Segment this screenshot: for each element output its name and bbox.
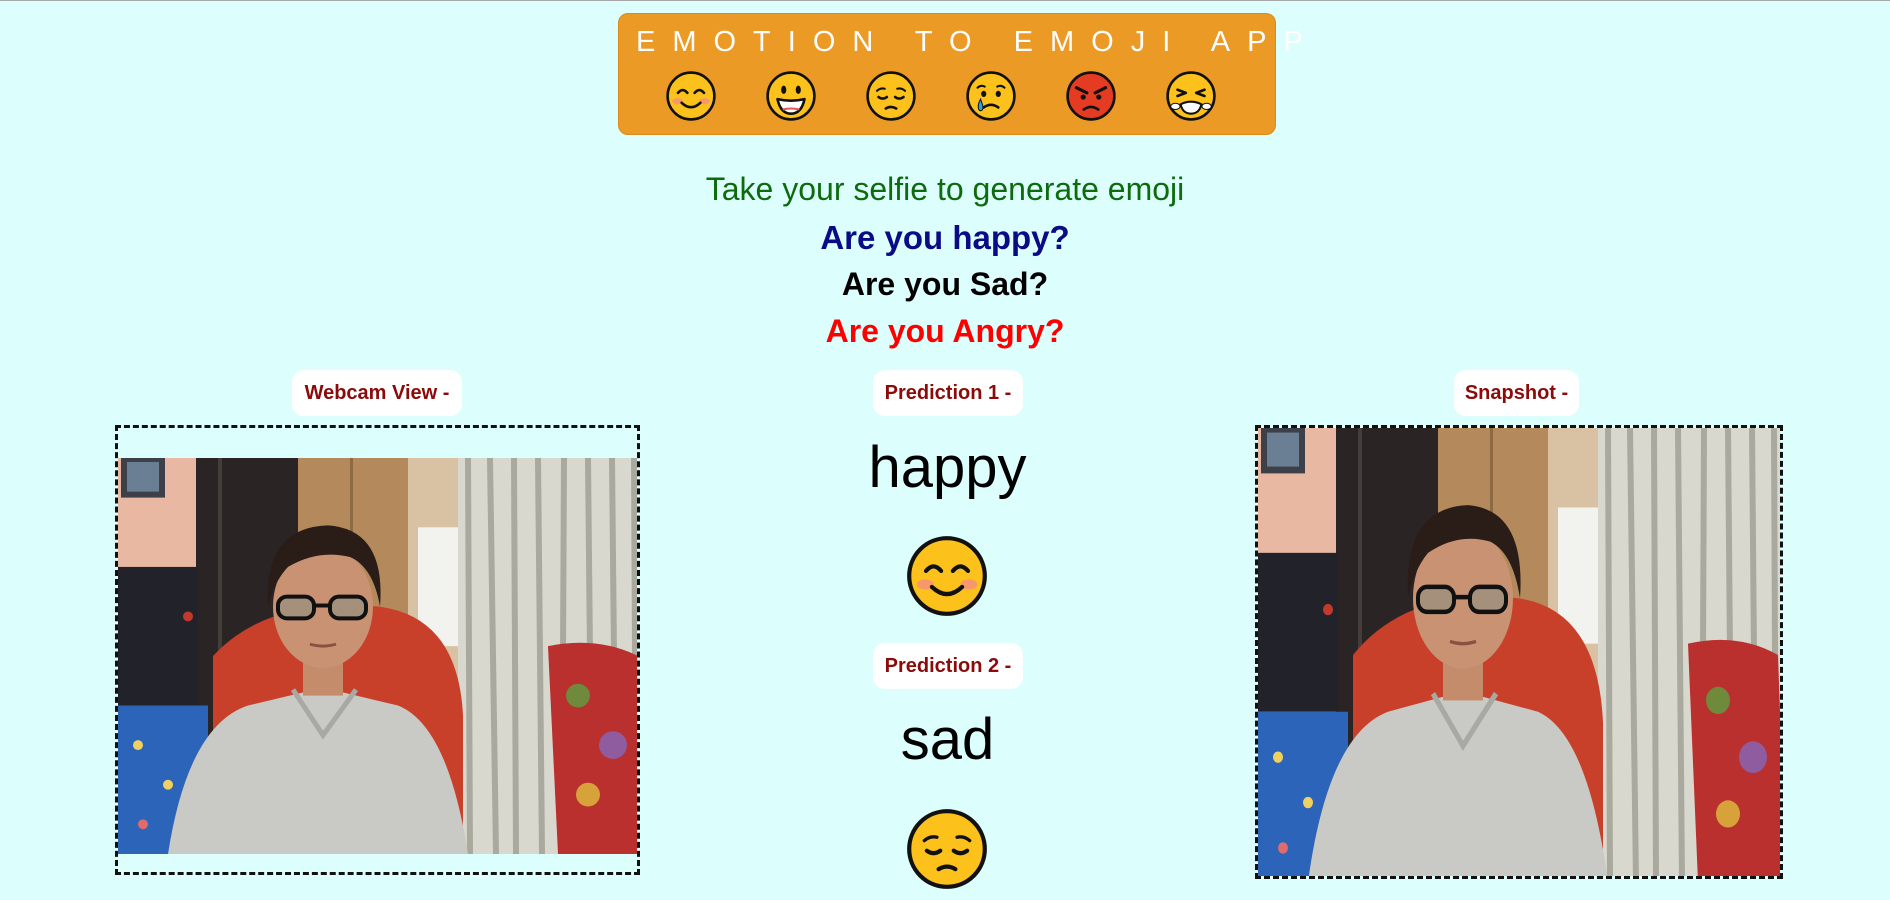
crying-face-emoji-icon [965, 70, 1017, 122]
question-sad: Are you Sad? [841, 266, 1049, 302]
snapshot-image [1258, 428, 1783, 879]
banner-emoji-row [665, 70, 1217, 122]
question-angry: Are you Angry? [825, 313, 1065, 349]
app-title: EMOTION TO EMOJI APP [636, 26, 1320, 58]
prediction-2-label: Prediction 2 - [873, 643, 1023, 689]
snapshot-label: Snapshot - [1454, 370, 1579, 416]
prediction-2-emotion: sad [900, 707, 995, 772]
smiling-face-emoji-icon [905, 534, 989, 618]
prediction-1-emoji [905, 534, 989, 618]
webcam-view-label: Webcam View - [292, 370, 462, 416]
smiling-face-emoji-icon [665, 70, 717, 122]
angry-face-emoji-icon [1065, 70, 1117, 122]
webcam-video-feed [118, 458, 640, 854]
prediction-2-emoji [905, 807, 989, 891]
snapshot-frame [1255, 425, 1783, 879]
app-header-banner: EMOTION TO EMOJI APP [618, 13, 1320, 135]
prediction-1-label: Prediction 1 - [873, 370, 1023, 416]
selfie-tagline: Take your selfie to generate emoji [705, 171, 1185, 207]
pensive-face-emoji-icon [905, 807, 989, 891]
tired-face-emoji-icon [1165, 70, 1217, 122]
grinning-face-emoji-icon [765, 70, 817, 122]
prediction-1-emotion: happy [868, 435, 1027, 500]
pensive-face-emoji-icon [865, 70, 917, 122]
webcam-view-frame[interactable] [115, 425, 640, 875]
question-happy: Are you happy? [820, 219, 1070, 256]
